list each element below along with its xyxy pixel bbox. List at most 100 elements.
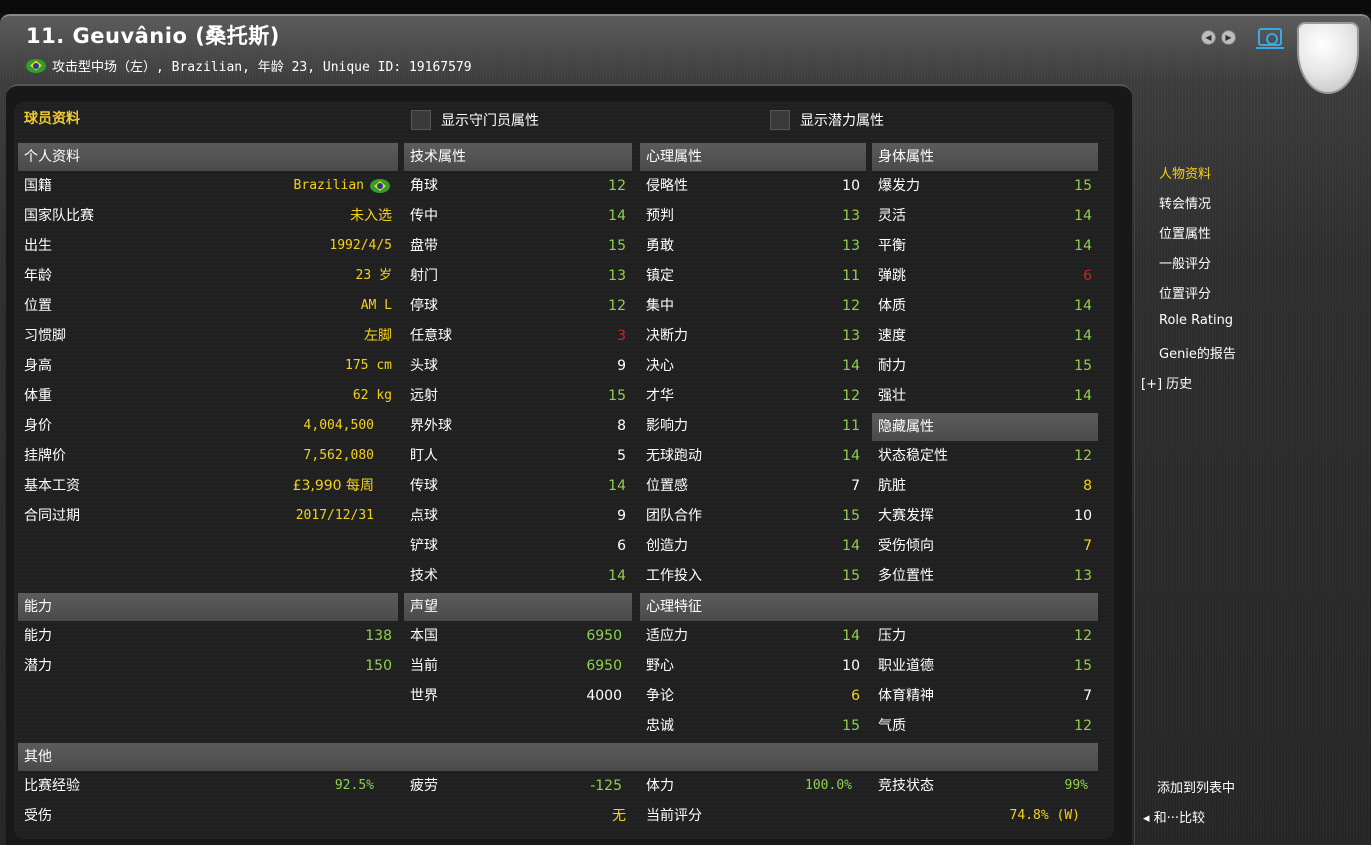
form-row: 竞技状态 99% — [872, 771, 1098, 801]
injury-value-row: 无 — [404, 801, 632, 831]
player-subtitle: 攻击型中场（左）, Brazilian, 年龄 23, Unique ID: 1… — [26, 56, 472, 75]
add-to-list-button[interactable]: 添加到列表中 — [1157, 777, 1235, 796]
attr-row: 压力 12 — [872, 621, 1098, 651]
player-subtitle-text: 攻击型中场（左）, Brazilian, 年龄 23, Unique ID: 1… — [52, 60, 472, 75]
show-potential-checkbox[interactable]: 显示潜力属性 — [770, 110, 884, 130]
attr-value: 12 — [842, 298, 860, 314]
brazil-flag-icon — [26, 58, 46, 73]
other-heading: 其他 — [18, 743, 1098, 771]
row-value: 6950 — [586, 628, 622, 644]
sidebar-item-position-rating[interactable]: 位置评分 — [1159, 283, 1211, 302]
attr-label: 铲球 — [410, 538, 438, 554]
attr-label: 决断力 — [646, 328, 688, 344]
row-value: 2017/12/31 — [295, 508, 374, 523]
attr-row: 争论 6 — [640, 681, 866, 711]
attr-value: 15 — [608, 238, 626, 254]
attr-row: 才华 12 — [640, 381, 866, 411]
reputation-row: 当前 6950 — [404, 651, 632, 681]
attr-label: 远射 — [410, 388, 438, 404]
attr-row: 耐力 15 — [872, 351, 1098, 381]
attr-row: 技术 14 — [404, 561, 632, 591]
camera-icon[interactable] — [1258, 28, 1282, 46]
row-label: 挂牌价 — [24, 448, 66, 464]
row-label: 体重 — [24, 388, 52, 404]
row-value: AM L — [360, 298, 392, 313]
row-label: 世界 — [410, 688, 438, 704]
row-label: 当前评分 — [646, 808, 702, 824]
attr-row: 射门 13 — [404, 261, 632, 291]
personal-row: 基本工资 £3,990 每周 — [18, 471, 398, 501]
attr-row: 适应力 14 — [640, 621, 866, 651]
attr-row: 盯人 5 — [404, 441, 632, 471]
injury-row: 受伤 — [18, 801, 398, 831]
attr-value: 14 — [1074, 238, 1092, 254]
attr-row: 速度 14 — [872, 321, 1098, 351]
attr-label: 点球 — [410, 508, 438, 524]
personal-row-nationality: 国籍 Brazilian — [18, 171, 398, 201]
sidebar-item-role-rating[interactable]: Role Rating — [1159, 313, 1233, 328]
attr-row: 决心 14 — [640, 351, 866, 381]
sidebar-item-genie-report[interactable]: Genie的报告 — [1159, 343, 1236, 362]
attr-row: 侵略性 10 — [640, 171, 866, 201]
attr-row: 镇定 11 — [640, 261, 866, 291]
attr-label: 勇敢 — [646, 238, 674, 254]
row-label: 比赛经验 — [24, 778, 80, 794]
row-label: 习惯脚 — [24, 328, 66, 344]
attr-label: 无球跑动 — [646, 448, 702, 464]
show-gk-checkbox[interactable]: 显示守门员属性 — [411, 110, 539, 130]
attr-value: 10 — [842, 658, 860, 674]
attr-value: 9 — [617, 358, 626, 374]
attr-label: 镇定 — [646, 268, 674, 284]
attr-label: 平衡 — [878, 238, 906, 254]
attr-row: 忠诚 15 — [640, 711, 866, 741]
row-label: 出生 — [24, 238, 52, 254]
attr-label: 体质 — [878, 298, 906, 314]
compare-button[interactable]: ◂ 和···比较 — [1143, 807, 1205, 826]
attr-label: 传球 — [410, 478, 438, 494]
row-label: 当前 — [410, 658, 438, 674]
attr-row: 任意球 3 — [404, 321, 632, 351]
attr-label: 位置感 — [646, 478, 688, 494]
attr-value: 8 — [617, 418, 626, 434]
row-label: 合同过期 — [24, 508, 80, 524]
sidebar-item-general-rating[interactable]: 一般评分 — [1159, 253, 1211, 272]
attr-value: 14 — [842, 448, 860, 464]
attr-row: 平衡 14 — [872, 231, 1098, 261]
attr-label: 争论 — [646, 688, 674, 704]
attr-value: 7 — [1083, 538, 1092, 554]
attr-value: 12 — [1074, 718, 1092, 734]
attr-row: 气质 12 — [872, 711, 1098, 741]
attr-label: 创造力 — [646, 538, 688, 554]
attr-value: 10 — [842, 178, 860, 194]
checkbox-box[interactable] — [770, 110, 790, 130]
attr-value: 14 — [842, 628, 860, 644]
row-label: 受伤 — [24, 808, 52, 824]
attr-value: 12 — [1074, 628, 1092, 644]
attr-row: 盘带 15 — [404, 231, 632, 261]
attr-value: 13 — [842, 328, 860, 344]
next-arrow-icon[interactable]: ▶ — [1221, 30, 1236, 45]
row-value: 4000 — [586, 688, 622, 704]
sidebar-item-positions[interactable]: 位置属性 — [1159, 223, 1211, 242]
sidebar-item-profile[interactable]: 人物资料 — [1159, 163, 1211, 182]
checkbox-box[interactable] — [411, 110, 431, 130]
attr-label: 决心 — [646, 358, 674, 374]
sidebar-item-transfer[interactable]: 转会情况 — [1159, 193, 1211, 212]
attr-row: 影响力 11 — [640, 411, 866, 441]
row-label: 疲劳 — [410, 778, 438, 794]
attr-value: 14 — [1074, 208, 1092, 224]
attr-value: 12 — [608, 178, 626, 194]
attr-value: 6 — [1083, 268, 1092, 284]
row-value: 23 岁 — [355, 268, 392, 283]
attr-label: 工作投入 — [646, 568, 702, 584]
attr-value: 15 — [1074, 178, 1092, 194]
rating-row: 当前评分 74.8% (W) — [640, 801, 1098, 831]
row-value: 4,004,500 — [303, 418, 374, 433]
attr-label: 多位置性 — [878, 568, 934, 584]
prev-arrow-icon[interactable]: ◀ — [1201, 30, 1216, 45]
sidebar-item-history[interactable]: [+] 历史 — [1141, 373, 1192, 392]
attr-value: 8 — [1083, 478, 1092, 494]
row-label: 国家队比赛 — [24, 208, 94, 224]
technical-heading: 技术属性 — [404, 143, 632, 171]
attr-value: 9 — [617, 508, 626, 524]
